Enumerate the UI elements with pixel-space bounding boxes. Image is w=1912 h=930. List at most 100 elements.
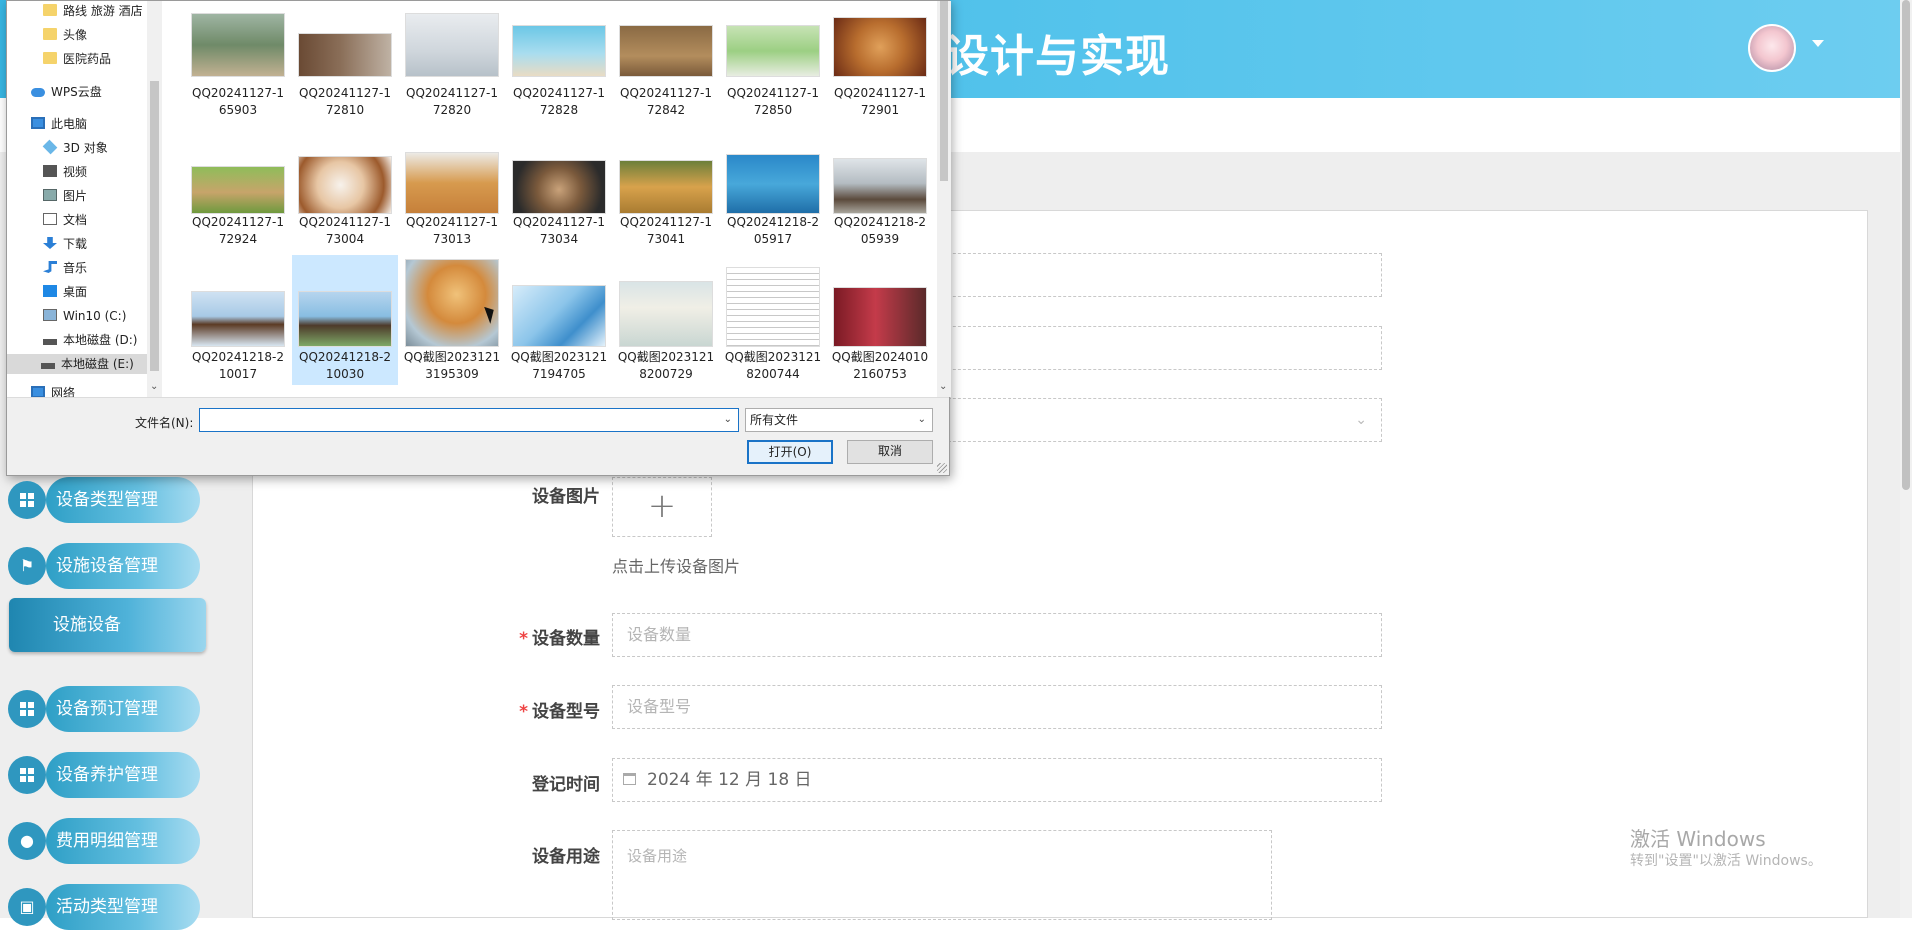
file-type-select[interactable]: 所有文件 ⌄ <box>745 408 933 432</box>
sidebar-subitem-facility[interactable]: 设施设备 <box>9 598 206 652</box>
tree-item[interactable]: 3D 对象 <box>42 138 108 158</box>
sidebar-item-booking[interactable]: 设备预订管理 <box>8 686 200 732</box>
picture-icon <box>43 189 57 201</box>
grid-icon <box>8 690 46 728</box>
file-name: QQ截图20240102160753 <box>831 350 929 381</box>
tree-item[interactable]: 视频 <box>43 162 87 182</box>
file-name: QQ20241127-173041 <box>620 215 712 246</box>
dialog-footer: 文件名(N): ⌄ 所有文件 ⌄ 打开(O) 取消 <box>7 397 949 475</box>
sidebar-item-label: 设施设备管理 <box>46 543 200 589</box>
file-item[interactable]: QQ20241127-172820 <box>399 9 505 139</box>
file-name: QQ20241127-172810 <box>299 86 391 117</box>
tree-item[interactable]: Win10 (C:) <box>43 306 126 326</box>
file-item-hovered[interactable]: QQ20241218-210030 <box>292 255 398 385</box>
tree-item[interactable]: 下载 <box>43 234 87 254</box>
image-thumbnail <box>405 259 499 347</box>
desktop-icon <box>43 285 57 297</box>
tree-item[interactable]: 音乐 <box>43 258 87 278</box>
image-thumbnail <box>191 291 285 347</box>
sidebar-item-expense[interactable]: ● 费用明细管理 <box>8 818 200 864</box>
activate-windows-subtitle: 转到"设置"以激活 Windows。 <box>1630 853 1822 869</box>
tree-item-label: 头像 <box>63 28 88 42</box>
image-thumbnail <box>619 160 713 214</box>
tree-item[interactable]: 医院药品 <box>43 49 111 69</box>
tree-item-label: 图片 <box>63 189 88 203</box>
image-thumbnail <box>833 158 927 214</box>
tree-item[interactable]: 此电脑 <box>31 114 87 134</box>
sidebar-item-label: 设备预订管理 <box>46 686 200 732</box>
file-name: QQ20241127-172924 <box>192 215 284 246</box>
image-thumbnail <box>191 13 285 77</box>
file-item[interactable]: QQ20241127-172828 <box>506 9 612 139</box>
sidebar-item-label: 设备养护管理 <box>46 752 200 798</box>
resize-grip-icon[interactable] <box>937 463 947 473</box>
image-thumbnail <box>298 156 392 214</box>
tree-item-label: 文档 <box>63 213 88 227</box>
file-name: QQ截图20231217194705 <box>510 350 608 381</box>
tree-item[interactable]: 本地磁盘 (D:) <box>43 330 137 350</box>
scroll-down-icon[interactable]: ⌄ <box>150 381 158 392</box>
file-item[interactable]: QQ20241127-172901 <box>827 9 933 139</box>
file-grid: QQ20241127-165903 QQ20241127-172810 QQ20… <box>167 1 937 397</box>
file-name: QQ20241218-210017 <box>192 350 284 381</box>
page-scrollbar[interactable] <box>1900 0 1912 918</box>
scroll-down-icon[interactable]: ⌄ <box>939 381 947 392</box>
drive-icon <box>43 309 57 321</box>
navigation-scrollbar[interactable]: ⌄ <box>147 1 162 397</box>
sidebar-item-activity-type[interactable]: ▣ 活动类型管理 <box>8 884 200 930</box>
tree-item[interactable]: 头像 <box>43 25 87 45</box>
file-item[interactable]: QQ20241127-172842 <box>613 9 719 139</box>
file-name: QQ截图20231218200729 <box>617 350 715 381</box>
sidebar-item-maintenance[interactable]: 设备养护管理 <box>8 752 200 798</box>
filename-input[interactable]: ⌄ <box>199 408 739 432</box>
briefcase-icon: ▣ <box>8 888 46 926</box>
image-thumbnail <box>833 287 927 347</box>
file-item[interactable]: QQ20241218-210017 <box>185 255 291 385</box>
chevron-down-icon[interactable]: ⌄ <box>724 414 732 425</box>
file-item[interactable]: QQ截图20231217194705 <box>506 255 612 385</box>
navigation-scrollbar-thumb[interactable] <box>150 81 159 371</box>
tree-item-label: 本地磁盘 (D:) <box>63 333 138 347</box>
date-picker[interactable]: 2024 年 12 月 18 日 <box>612 758 1382 802</box>
tree-item[interactable]: 网络 <box>31 385 75 397</box>
open-button[interactable]: 打开(O) <box>747 440 833 464</box>
file-name: QQ20241127-172850 <box>727 86 819 117</box>
image-thumbnail <box>405 13 499 77</box>
sidebar-item-facility-device[interactable]: ⚑ 设施设备管理 <box>8 543 200 589</box>
file-item[interactable]: QQ截图20240102160753 <box>827 255 933 385</box>
avatar-caret-icon[interactable] <box>1812 40 1824 47</box>
quantity-input[interactable]: 设备数量 <box>612 613 1382 657</box>
file-name: QQ20241127-173034 <box>513 215 605 246</box>
music-icon <box>43 261 57 273</box>
user-avatar[interactable] <box>1748 24 1796 72</box>
sidebar-item-label: 设备类型管理 <box>46 477 200 523</box>
tree-item[interactable]: 文档 <box>43 210 87 230</box>
tree-item[interactable]: 路线 旅游 酒店 <box>43 1 143 21</box>
cube-icon <box>42 139 58 155</box>
model-input[interactable]: 设备型号 <box>612 685 1382 729</box>
file-item[interactable]: QQ20241127-165903 <box>185 9 291 139</box>
file-item[interactable]: QQ截图20231218200744 <box>720 255 826 385</box>
file-item[interactable]: QQ20241127-172810 <box>292 9 398 139</box>
file-item[interactable]: QQ截图20231218200729 <box>613 255 719 385</box>
tree-item-label: 网络 <box>51 386 76 397</box>
image-upload-button[interactable]: + <box>612 477 712 537</box>
file-grid-scrollbar[interactable]: ⌄ <box>937 1 951 397</box>
tree-item[interactable]: 桌面 <box>43 282 87 302</box>
tree-item[interactable]: 图片 <box>43 186 87 206</box>
tree-item-label: 下载 <box>63 237 88 251</box>
cancel-button[interactable]: 取消 <box>847 440 933 464</box>
tree-item-selected[interactable]: 本地磁盘 (E:) <box>7 354 147 374</box>
drive-icon <box>41 363 55 369</box>
calendar-icon <box>623 773 636 785</box>
file-item[interactable]: QQ20241127-172850 <box>720 9 826 139</box>
file-grid-scrollbar-thumb[interactable] <box>940 1 948 181</box>
tree-item-label: 桌面 <box>63 285 88 299</box>
usage-textarea[interactable]: 设备用途 <box>612 830 1272 920</box>
tree-item[interactable]: WPS云盘 <box>31 82 102 102</box>
file-open-dialog: 路线 旅游 酒店 头像 医院药品 WPS云盘 此电脑 3D 对象 视频 图片 文… <box>6 0 951 476</box>
page-scrollbar-thumb[interactable] <box>1902 0 1910 490</box>
quantity-label: * 设备数量 <box>490 624 600 649</box>
sidebar-item-device-type[interactable]: 设备类型管理 <box>8 477 200 523</box>
image-label: 设备图片 <box>532 487 600 507</box>
